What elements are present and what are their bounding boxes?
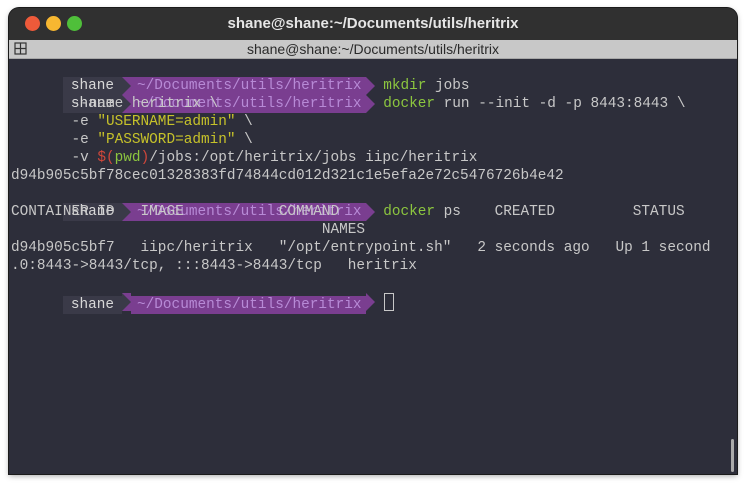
- tab-title[interactable]: shane@shane:~/Documents/utils/heritrix: [9, 40, 737, 58]
- terminal-line: -e "USERNAME=admin" \: [11, 113, 253, 131]
- window-title: shane@shane:~/Documents/utils/heritrix: [227, 15, 519, 32]
- command-args: -e: [11, 132, 98, 148]
- prompt-separator-icon: [122, 293, 132, 311]
- string-literal: "USERNAME=admin": [97, 114, 236, 130]
- subshell-close: ): [140, 150, 150, 166]
- subshell-open: $(: [97, 150, 115, 166]
- terminal-line: shane ~/Documents/utils/heritrix mkdir jo…: [11, 59, 470, 95]
- subshell-command: pwd: [114, 150, 141, 166]
- terminal-line: -v $(pwd)/jobs:/opt/heritrix/jobs iipc/h…: [11, 149, 477, 167]
- terminal-output[interactable]: shane ~/Documents/utils/heritrix mkdir jo…: [9, 59, 737, 474]
- command-args: \: [235, 132, 253, 148]
- command-args: \: [235, 114, 253, 130]
- ps-row-wrap: .0:8443->8443/tcp, :::8443->8443/tcp her…: [11, 258, 417, 274]
- terminal-window: shane@shane:~/Documents/utils/heritrix s…: [9, 8, 737, 474]
- prompt-user: shane: [62, 296, 123, 314]
- command-args: -v: [11, 150, 98, 166]
- string-literal: "PASSWORD=admin": [97, 132, 236, 148]
- terminal-line: -e "PASSWORD=admin" \: [11, 131, 253, 149]
- ps-header-names: NAMES: [11, 222, 366, 238]
- prompt-path: ~/Documents/utils/heritrix: [131, 296, 366, 314]
- terminal-line: shane ~/Documents/utils/heritrix: [11, 275, 394, 314]
- title-bar[interactable]: shane@shane:~/Documents/utils/heritrix: [9, 8, 737, 40]
- command-args: /jobs:/opt/heritrix/jobs iipc/heritrix: [149, 150, 478, 166]
- container-id-output: d94b905c5bf78cec01328383fd74844cd012d321…: [11, 168, 564, 184]
- ps-row: d94b905c5bf7 iipc/heritrix "/opt/entrypo…: [11, 240, 737, 256]
- command-name: docker: [383, 96, 436, 112]
- tab-bar[interactable]: shane@shane:~/Documents/utils/heritrix: [9, 40, 737, 59]
- prompt-end-icon: [365, 293, 375, 311]
- terminal-line: shane ~/Documents/utils/heritrix docker p…: [11, 185, 461, 221]
- text-cursor[interactable]: [383, 293, 394, 311]
- scrollbar[interactable]: [731, 439, 734, 472]
- prompt-end-icon: [365, 95, 375, 113]
- ps-header: CONTAINER ID IMAGE COMMAND CREATED STATU…: [11, 204, 737, 220]
- command-args: -e: [11, 114, 98, 130]
- command-args: run --init -d -p 8443:8443 \: [435, 96, 686, 112]
- terminal-line: --name heritrix \: [11, 96, 219, 112]
- terminal-line: shane ~/Documents/utils/heritrix docker r…: [11, 77, 685, 113]
